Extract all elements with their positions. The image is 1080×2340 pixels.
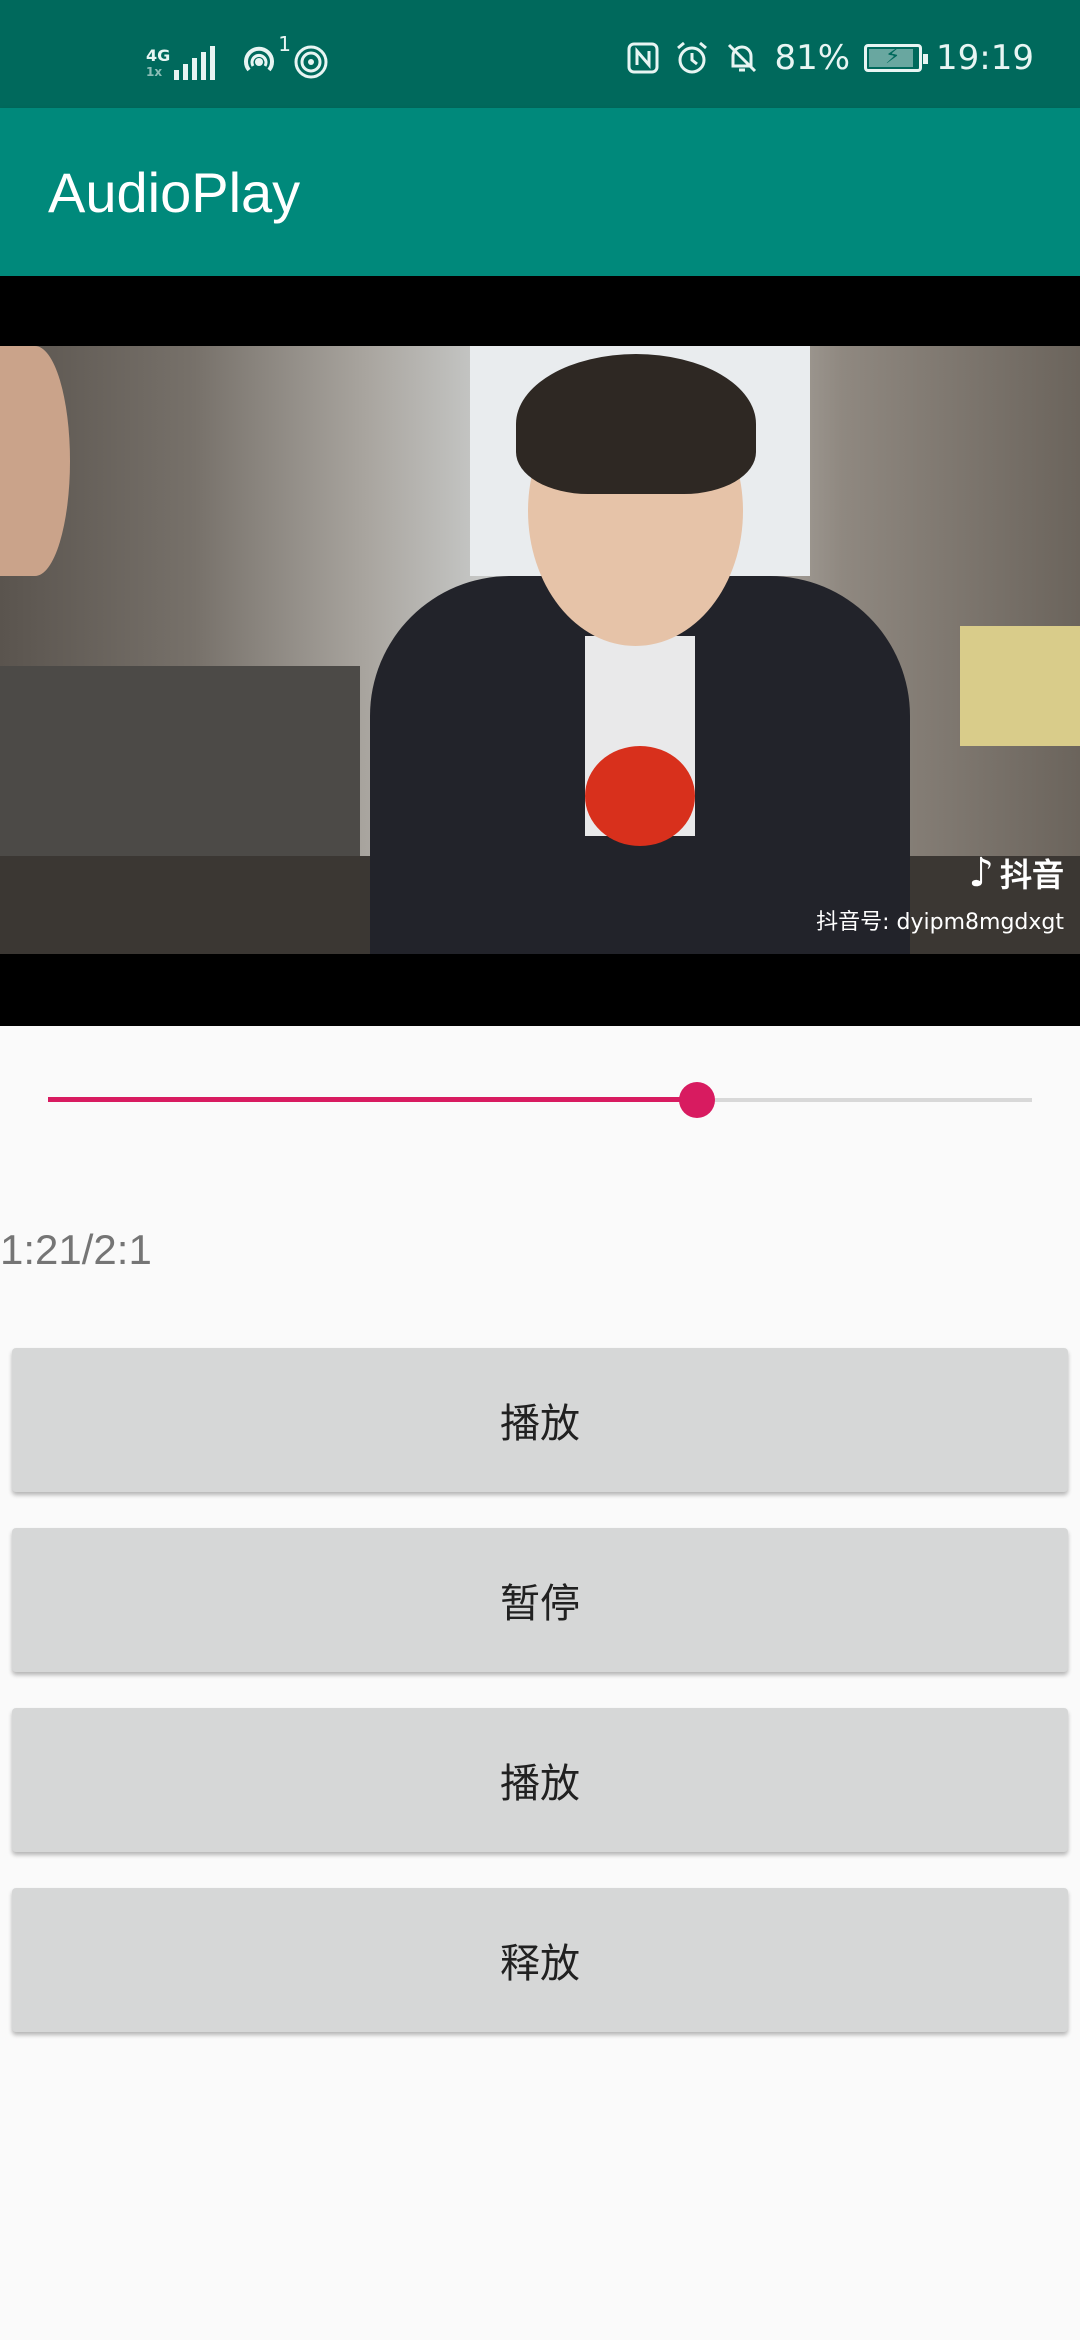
video-scene-person-hair [516,354,756,494]
network-sub-label: 1x [146,65,163,79]
video-scene-stove [0,666,360,856]
battery-percent: 81% [774,38,851,78]
wifi-icon [291,40,331,80]
signal-icon [174,44,215,80]
playback-time: 1:21/2:1 [0,1226,152,1273]
release-button[interactable]: 释放 [12,1888,1068,2032]
video-scene-tomato [585,746,695,846]
network-type-icon: 4G 1x [146,46,171,80]
status-left-group: 4G 1x 1 [146,32,331,80]
battery-icon: ⚡ [864,44,929,72]
nfc-icon [627,42,659,74]
watermark-id: 抖音号: dyipm8mgdxgt [816,910,1064,935]
replay-button[interactable]: 播放 [12,1708,1068,1852]
tiktok-watermark: ♪ 抖音 抖音号: dyipm8mgdxgt [816,850,1064,936]
pause-button[interactable]: 暂停 [12,1528,1068,1672]
video-scene-shelf [960,626,1080,746]
video-frame[interactable]: ♪ 抖音 抖音号: dyipm8mgdxgt [0,346,1080,954]
hotspot-count: 1 [278,32,291,56]
app-bar: AudioPlay [0,108,1080,276]
seek-thumb[interactable] [679,1082,716,1118]
tiktok-logo: ♪ 抖音 [816,850,1064,896]
seek-progress [48,1097,698,1102]
video-scene-hand [0,346,70,576]
alarm-icon [677,41,708,74]
app-title: AudioPlay [48,161,301,224]
mute-bell-icon [728,43,757,73]
clock: 19:19 [936,38,1034,78]
hotspot-icon: 1 [239,32,291,80]
network-type-label: 4G [146,46,171,65]
status-bar: 4G 1x 1 81% ⚡ 19:19 [0,0,1080,108]
watermark-brand: 抖音 [999,856,1064,894]
play-button[interactable]: 播放 [12,1348,1068,1492]
video-player[interactable]: ♪ 抖音 抖音号: dyipm8mgdxgt [0,276,1080,1026]
status-right-group: 81% ⚡ 19:19 [626,36,1034,80]
seek-bar[interactable] [48,1080,1032,1120]
music-note-icon: ♪ [968,850,994,896]
